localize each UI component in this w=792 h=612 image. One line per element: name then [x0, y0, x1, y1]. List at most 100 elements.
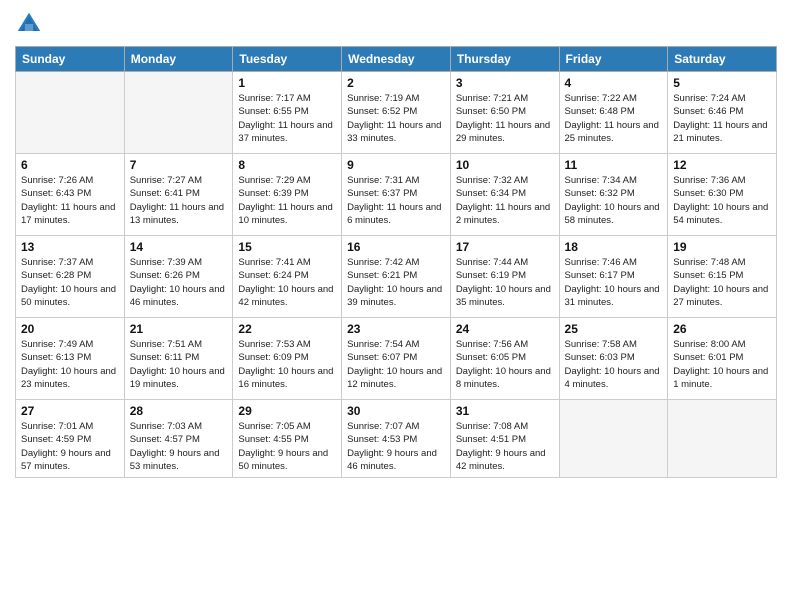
day-info: Sunrise: 7:07 AMSunset: 4:53 PMDaylight:…	[347, 420, 445, 473]
day-number: 22	[238, 322, 336, 336]
day-of-week-header: Tuesday	[233, 47, 342, 72]
day-number: 30	[347, 404, 445, 418]
calendar-cell: 29Sunrise: 7:05 AMSunset: 4:55 PMDayligh…	[233, 400, 342, 478]
day-number: 4	[565, 76, 663, 90]
calendar-cell: 23 Sunrise: 7:54 AMSunset: 6:07 PMDayligh…	[342, 318, 451, 400]
day-info: Sunrise: 7:34 AMSunset: 6:32 PMDaylight:…	[565, 174, 663, 227]
calendar-cell: 4 Sunrise: 7:22 AMSunset: 6:48 PMDaylight…	[559, 72, 668, 154]
calendar-cell: 16 Sunrise: 7:42 AMSunset: 6:21 PMDayligh…	[342, 236, 451, 318]
day-info: Sunrise: 7:24 AMSunset: 6:46 PMDaylight:…	[673, 92, 771, 145]
day-info: Sunrise: 7:58 AMSunset: 6:03 PMDaylight:…	[565, 338, 663, 391]
day-number: 14	[130, 240, 228, 254]
day-info: Sunrise: 7:42 AMSunset: 6:21 PMDaylight:…	[347, 256, 445, 309]
day-number: 3	[456, 76, 554, 90]
day-number: 19	[673, 240, 771, 254]
calendar-cell: 2 Sunrise: 7:19 AMSunset: 6:52 PMDaylight…	[342, 72, 451, 154]
day-number: 10	[456, 158, 554, 172]
calendar-cell	[668, 400, 777, 478]
calendar-header-row: SundayMondayTuesdayWednesdayThursdayFrid…	[16, 47, 777, 72]
day-number: 7	[130, 158, 228, 172]
day-info: Sunrise: 8:00 AMSunset: 6:01 PMDaylight:…	[673, 338, 771, 391]
day-info: Sunrise: 7:21 AMSunset: 6:50 PMDaylight:…	[456, 92, 554, 145]
day-number: 27	[21, 404, 119, 418]
day-number: 12	[673, 158, 771, 172]
calendar-cell: 12Sunrise: 7:36 AMSunset: 6:30 PMDayligh…	[668, 154, 777, 236]
day-info: Sunrise: 7:46 AMSunset: 6:17 PMDaylight:…	[565, 256, 663, 309]
day-info: Sunrise: 7:08 AMSunset: 4:51 PMDaylight:…	[456, 420, 554, 473]
calendar-cell: 8 Sunrise: 7:29 AMSunset: 6:39 PMDaylight…	[233, 154, 342, 236]
calendar-week-row: 1 Sunrise: 7:17 AMSunset: 6:55 PMDaylight…	[16, 72, 777, 154]
day-of-week-header: Wednesday	[342, 47, 451, 72]
day-info: Sunrise: 7:03 AMSunset: 4:57 PMDaylight:…	[130, 420, 228, 473]
calendar-week-row: 13 Sunrise: 7:37 AMSunset: 6:28 PMDayligh…	[16, 236, 777, 318]
day-number: 11	[565, 158, 663, 172]
day-number: 20	[21, 322, 119, 336]
day-number: 24	[456, 322, 554, 336]
day-info: Sunrise: 7:44 AMSunset: 6:19 PMDaylight:…	[456, 256, 554, 309]
day-number: 5	[673, 76, 771, 90]
calendar-cell: 17Sunrise: 7:44 AMSunset: 6:19 PMDayligh…	[450, 236, 559, 318]
day-info: Sunrise: 7:17 AMSunset: 6:55 PMDaylight:…	[238, 92, 336, 145]
day-number: 26	[673, 322, 771, 336]
day-info: Sunrise: 7:31 AMSunset: 6:37 PMDaylight:…	[347, 174, 445, 227]
day-number: 21	[130, 322, 228, 336]
calendar-cell: 20Sunrise: 7:49 AMSunset: 6:13 PMDayligh…	[16, 318, 125, 400]
day-of-week-header: Saturday	[668, 47, 777, 72]
calendar-body: 1 Sunrise: 7:17 AMSunset: 6:55 PMDaylight…	[16, 72, 777, 478]
calendar-cell	[124, 72, 233, 154]
calendar-cell: 1 Sunrise: 7:17 AMSunset: 6:55 PMDaylight…	[233, 72, 342, 154]
day-info: Sunrise: 7:39 AMSunset: 6:26 PMDaylight:…	[130, 256, 228, 309]
logo	[15, 10, 47, 38]
calendar-cell: 5 Sunrise: 7:24 AMSunset: 6:46 PMDaylight…	[668, 72, 777, 154]
day-info: Sunrise: 7:26 AMSunset: 6:43 PMDaylight:…	[21, 174, 119, 227]
day-info: Sunrise: 7:27 AMSunset: 6:41 PMDaylight:…	[130, 174, 228, 227]
day-number: 8	[238, 158, 336, 172]
day-number: 2	[347, 76, 445, 90]
calendar-cell: 10 Sunrise: 7:32 AMSunset: 6:34 PMDayligh…	[450, 154, 559, 236]
calendar-cell	[16, 72, 125, 154]
day-number: 18	[565, 240, 663, 254]
day-info: Sunrise: 7:56 AMSunset: 6:05 PMDaylight:…	[456, 338, 554, 391]
day-info: Sunrise: 7:41 AMSunset: 6:24 PMDaylight:…	[238, 256, 336, 309]
calendar-cell: 13 Sunrise: 7:37 AMSunset: 6:28 PMDayligh…	[16, 236, 125, 318]
header	[15, 10, 777, 38]
calendar-cell: 11 Sunrise: 7:34 AMSunset: 6:32 PMDayligh…	[559, 154, 668, 236]
calendar-cell: 25 Sunrise: 7:58 AMSunset: 6:03 PMDayligh…	[559, 318, 668, 400]
calendar-cell: 15Sunrise: 7:41 AMSunset: 6:24 PMDayligh…	[233, 236, 342, 318]
day-number: 13	[21, 240, 119, 254]
day-info: Sunrise: 7:51 AMSunset: 6:11 PMDaylight:…	[130, 338, 228, 391]
calendar-cell: 28 Sunrise: 7:03 AMSunset: 4:57 PMDayligh…	[124, 400, 233, 478]
day-number: 6	[21, 158, 119, 172]
day-info: Sunrise: 7:48 AMSunset: 6:15 PMDaylight:…	[673, 256, 771, 309]
day-info: Sunrise: 7:29 AMSunset: 6:39 PMDaylight:…	[238, 174, 336, 227]
calendar-cell: 21 Sunrise: 7:51 AMSunset: 6:11 PMDayligh…	[124, 318, 233, 400]
day-info: Sunrise: 7:53 AMSunset: 6:09 PMDaylight:…	[238, 338, 336, 391]
calendar-cell: 14 Sunrise: 7:39 AMSunset: 6:26 PMDayligh…	[124, 236, 233, 318]
day-number: 16	[347, 240, 445, 254]
day-of-week-header: Friday	[559, 47, 668, 72]
day-number: 25	[565, 322, 663, 336]
calendar-cell: 27Sunrise: 7:01 AMSunset: 4:59 PMDayligh…	[16, 400, 125, 478]
day-of-week-header: Monday	[124, 47, 233, 72]
day-info: Sunrise: 7:37 AMSunset: 6:28 PMDaylight:…	[21, 256, 119, 309]
day-number: 28	[130, 404, 228, 418]
calendar-cell: 24 Sunrise: 7:56 AMSunset: 6:05 PMDayligh…	[450, 318, 559, 400]
calendar-cell: 6 Sunrise: 7:26 AMSunset: 6:43 PMDaylight…	[16, 154, 125, 236]
calendar-cell: 31 Sunrise: 7:08 AMSunset: 4:51 PMDayligh…	[450, 400, 559, 478]
day-number: 9	[347, 158, 445, 172]
day-info: Sunrise: 7:22 AMSunset: 6:48 PMDaylight:…	[565, 92, 663, 145]
day-info: Sunrise: 7:19 AMSunset: 6:52 PMDaylight:…	[347, 92, 445, 145]
logo-icon	[15, 10, 43, 38]
day-number: 23	[347, 322, 445, 336]
calendar-cell: 18 Sunrise: 7:46 AMSunset: 6:17 PMDayligh…	[559, 236, 668, 318]
calendar-cell: 9 Sunrise: 7:31 AMSunset: 6:37 PMDaylight…	[342, 154, 451, 236]
day-number: 1	[238, 76, 336, 90]
calendar-cell: 26 Sunrise: 8:00 AMSunset: 6:01 PMDayligh…	[668, 318, 777, 400]
page: SundayMondayTuesdayWednesdayThursdayFrid…	[0, 0, 792, 612]
day-info: Sunrise: 7:32 AMSunset: 6:34 PMDaylight:…	[456, 174, 554, 227]
day-info: Sunrise: 7:54 AMSunset: 6:07 PMDaylight:…	[347, 338, 445, 391]
day-number: 31	[456, 404, 554, 418]
calendar-cell: 30 Sunrise: 7:07 AMSunset: 4:53 PMDayligh…	[342, 400, 451, 478]
calendar-cell: 3 Sunrise: 7:21 AMSunset: 6:50 PMDaylight…	[450, 72, 559, 154]
day-of-week-header: Sunday	[16, 47, 125, 72]
